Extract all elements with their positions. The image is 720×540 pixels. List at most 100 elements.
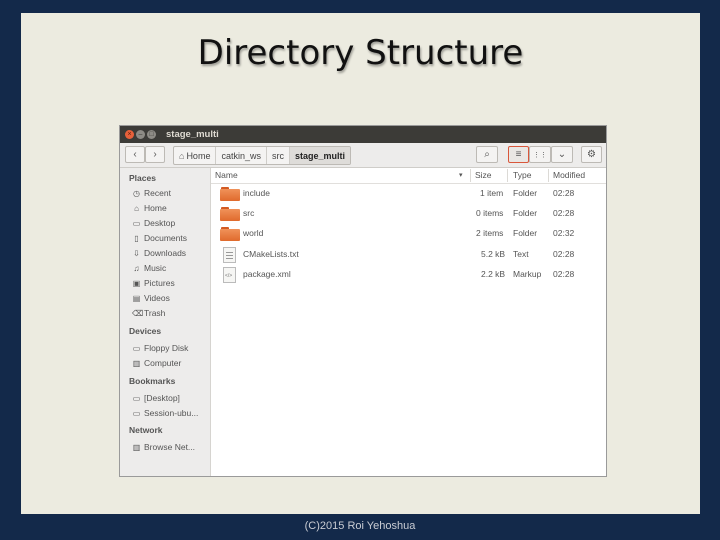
sidebar-item-trash[interactable]: ⌫ Trash — [132, 308, 165, 318]
toolbar: ‹ › ⌂ Home catkin_ws src stage_multi ⌕ ≡ … — [120, 143, 606, 168]
sidebar-item-computer[interactable]: ▥ Computer — [132, 358, 182, 368]
slide-title: Directory Structure — [197, 33, 524, 73]
list-view-icon: ≡ — [515, 149, 522, 160]
chevron-right-icon: › — [153, 149, 157, 160]
chevron-left-icon: ‹ — [133, 149, 137, 160]
column-header-size[interactable]: Size — [475, 170, 492, 180]
sidebar-item-documents[interactable]: ▯ Documents — [132, 233, 187, 243]
title-bar[interactable]: × – □ stage_multi — [120, 126, 606, 143]
file-size: 2 items — [476, 228, 504, 238]
maximize-window-button[interactable]: □ — [147, 130, 156, 139]
desktop-icon: ▭ — [132, 218, 141, 228]
file-name: CMakeLists.txt — [243, 249, 299, 259]
gear-icon: ⚙ — [587, 149, 596, 160]
file-name: src — [243, 208, 255, 218]
text-file-icon — [223, 247, 236, 263]
file-size: 5.2 kB — [481, 249, 506, 259]
file-row[interactable]: src 0 items Folder 02:28 — [211, 204, 606, 224]
forward-button[interactable]: › — [145, 146, 165, 163]
sidebar-item-videos[interactable]: ▤ Videos — [132, 293, 170, 303]
search-button[interactable]: ⌕ — [476, 146, 498, 163]
breadcrumb: ⌂ Home catkin_ws src stage_multi — [173, 146, 351, 165]
sidebar-heading-network: Network — [129, 425, 163, 435]
settings-button[interactable]: ⚙ — [581, 146, 602, 163]
folder-icon — [220, 187, 240, 201]
file-type: Markup — [513, 269, 542, 279]
file-name: include — [243, 188, 270, 198]
picture-icon: ▣ — [132, 278, 141, 288]
network-icon: ▥ — [132, 442, 141, 452]
file-size: 2.2 kB — [481, 269, 506, 279]
file-type: Text — [513, 249, 529, 259]
breadcrumb-src[interactable]: src — [267, 147, 290, 164]
grid-view-icon: ⋮⋮ — [533, 152, 547, 159]
column-header-modified[interactable]: Modified — [553, 170, 585, 180]
folder-icon — [220, 207, 240, 221]
clock-icon: ◷ — [133, 188, 140, 198]
minimize-window-button[interactable]: – — [136, 130, 145, 139]
download-icon: ⇩ — [133, 248, 140, 258]
column-divider[interactable] — [507, 169, 508, 182]
sidebar-item-downloads[interactable]: ⇩ Downloads — [132, 248, 186, 258]
list-view-button[interactable]: ≡ — [508, 146, 529, 163]
file-name: world — [243, 228, 264, 238]
sort-descending-icon[interactable]: ▾ — [459, 171, 463, 179]
file-row[interactable]: include 1 item Folder 02:28 — [211, 184, 606, 204]
file-modified: 02:32 — [553, 228, 575, 238]
xml-file-icon — [223, 267, 236, 283]
sidebar-item-recent[interactable]: ◷ Recent — [132, 188, 171, 198]
folder-icon: ▭ — [132, 393, 141, 403]
search-icon: ⌕ — [484, 149, 490, 160]
close-window-button[interactable]: × — [125, 130, 134, 139]
sidebar-item-home[interactable]: ⌂ Home — [132, 203, 167, 213]
breadcrumb-stage-multi[interactable]: stage_multi — [289, 147, 350, 164]
sidebar-item-pictures[interactable]: ▣ Pictures — [132, 278, 175, 288]
column-header-type[interactable]: Type — [513, 170, 531, 180]
file-manager-window: × – □ stage_multi ‹ › ⌂ Home catkin_ws sr… — [120, 126, 606, 476]
window-title: stage_multi — [166, 129, 219, 140]
folder-icon — [220, 227, 240, 241]
file-type: Folder — [513, 208, 538, 218]
file-modified: 02:28 — [553, 188, 575, 198]
view-options-button[interactable]: ⌄ — [551, 146, 573, 163]
file-size: 1 item — [480, 188, 504, 198]
folder-icon: ▭ — [132, 408, 141, 418]
breadcrumb-catkin-ws[interactable]: catkin_ws — [216, 147, 267, 164]
column-headers: Name ▾ Size Type Modified — [211, 168, 606, 184]
sidebar-item-bookmark-session[interactable]: ▭ Session-ubu... — [132, 408, 199, 418]
file-modified: 02:28 — [553, 208, 575, 218]
sidebar: Places ◷ Recent ⌂ Home ▭ Desktop ▯ Documents… — [120, 168, 211, 476]
file-type: Folder — [513, 228, 538, 238]
sidebar-item-desktop[interactable]: ▭ Desktop — [132, 218, 175, 228]
file-row[interactable]: package.xml 2.2 kB Markup 02:28 — [211, 265, 606, 285]
sidebar-item-bookmark-desktop[interactable]: ▭ [Desktop] — [132, 393, 180, 403]
file-modified: 02:28 — [553, 249, 575, 259]
chevron-down-icon: ⌄ — [557, 149, 567, 160]
column-divider[interactable] — [470, 169, 471, 182]
breadcrumb-home[interactable]: ⌂ Home — [174, 147, 217, 164]
file-size: 0 items — [476, 208, 504, 218]
grid-view-button[interactable]: ⋮⋮ — [529, 146, 551, 163]
sidebar-heading-places: Places — [129, 173, 156, 183]
music-icon: ♫ — [133, 263, 140, 273]
file-row[interactable]: world 2 items Folder 02:32 — [211, 224, 606, 244]
file-name: package.xml — [243, 269, 291, 279]
sidebar-item-browse-network[interactable]: ▥ Browse Net... — [132, 442, 195, 452]
slide-footer: (C)2015 Roi Yehoshua — [304, 520, 416, 532]
column-divider[interactable] — [548, 169, 549, 182]
column-header-name[interactable]: Name — [215, 170, 238, 180]
trash-icon: ⌫ — [132, 308, 144, 318]
video-icon: ▤ — [132, 293, 141, 303]
sidebar-heading-devices: Devices — [129, 326, 162, 336]
floppy-disk-icon: ▭ — [132, 343, 141, 353]
sidebar-heading-bookmarks: Bookmarks — [129, 376, 176, 386]
home-icon: ⌂ — [179, 150, 185, 161]
sidebar-item-music[interactable]: ♫ Music — [132, 263, 167, 273]
file-row[interactable]: CMakeLists.txt 5.2 kB Text 02:28 — [211, 245, 606, 265]
computer-icon: ▥ — [132, 358, 141, 368]
document-icon: ▯ — [134, 233, 139, 243]
sidebar-item-floppy-disk[interactable]: ▭ Floppy Disk — [132, 343, 189, 353]
back-button[interactable]: ‹ — [125, 146, 145, 163]
home-icon: ⌂ — [134, 203, 139, 213]
file-type: Folder — [513, 188, 538, 198]
